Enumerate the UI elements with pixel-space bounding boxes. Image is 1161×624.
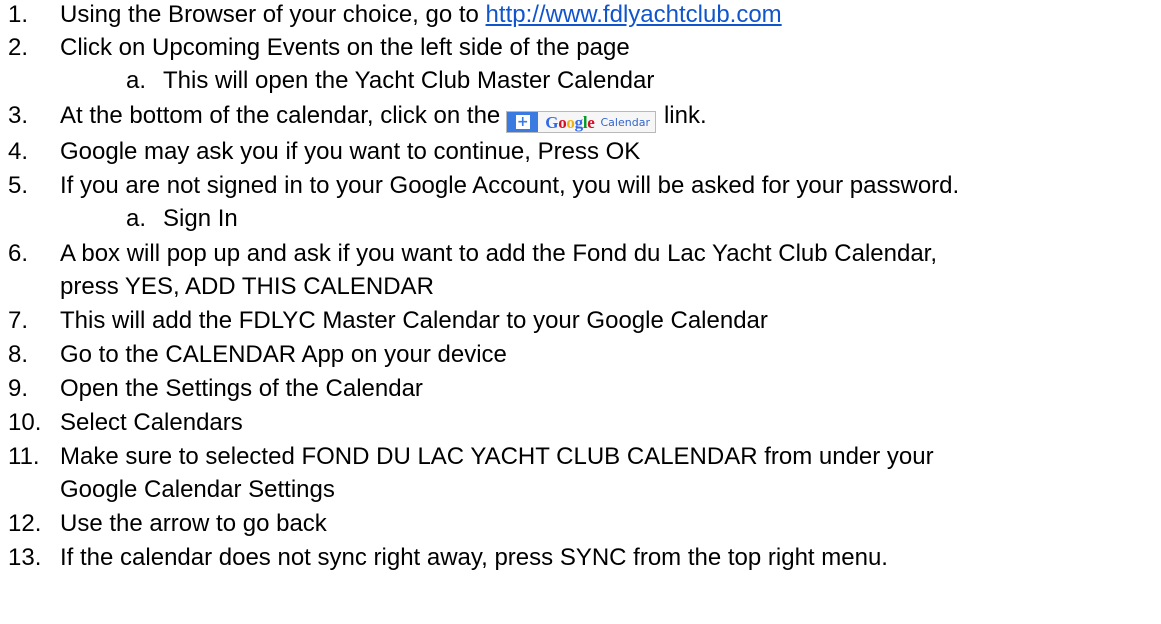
step-number: 8. [8,341,29,368]
google-logo-letter: g [574,112,584,132]
fdlyachtclub-link[interactable]: http://www.fdlyachtclub.com [486,1,782,28]
step-text: Select Calendars [60,409,243,436]
step-text: Click on Upcoming Events on the left sid… [60,34,630,61]
step-text: At the bottom of the calendar, click on … [60,102,501,129]
step-text: Using the Browser of your choice, go to [60,1,486,28]
google-logo: Google [545,108,595,137]
step-text: If the calendar does not sync right away… [60,544,888,571]
step-number: 10. [8,409,42,436]
instructions-document: 1. Using the Browser of your choice, go … [0,0,1161,624]
step-text: Open the Settings of the Calendar [60,375,423,402]
step-text-end: link. [663,102,707,129]
step-text: A box will pop up and ask if you want to… [60,240,938,267]
step-number: 2. [8,34,29,61]
add-to-google-calendar-button[interactable]: + Google Calendar [506,111,656,133]
step-number: 6. [8,240,29,267]
step-number: 1. [8,1,29,28]
step-text: Make sure to selected FOND DU LAC YACHT … [60,443,934,470]
substep-text: Sign In [163,205,238,232]
step-number: 11. [8,443,40,470]
google-logo-letter: o [566,112,575,132]
step-number: 13. [8,544,42,571]
step-number: 5. [8,172,29,199]
step-text: Use the arrow to go back [60,510,327,537]
google-logo-letter: G [545,112,559,132]
step-number: 3. [8,102,29,129]
step-text: If you are not signed in to your Google … [60,172,960,199]
step-text: This will add the FDLYC Master Calendar … [60,307,768,334]
substep-text: This will open the Yacht Club Master Cal… [163,67,655,94]
step-number: 12. [8,510,42,537]
step-number: 7. [8,307,29,334]
step-text: press YES, ADD THIS CALENDAR [60,273,434,300]
step-text: Google Calendar Settings [60,476,335,503]
step-text: Google may ask you if you want to contin… [60,138,641,165]
substep-letter: a. [126,67,147,94]
calendar-label: Calendar [600,115,650,129]
step-text: Go to the CALENDAR App on your device [60,341,507,368]
step-number: 9. [8,375,29,402]
step-number: 4. [8,138,29,165]
substep-letter: a. [126,205,147,232]
google-logo-letter: e [587,112,595,132]
plus-icon: + [515,114,530,130]
